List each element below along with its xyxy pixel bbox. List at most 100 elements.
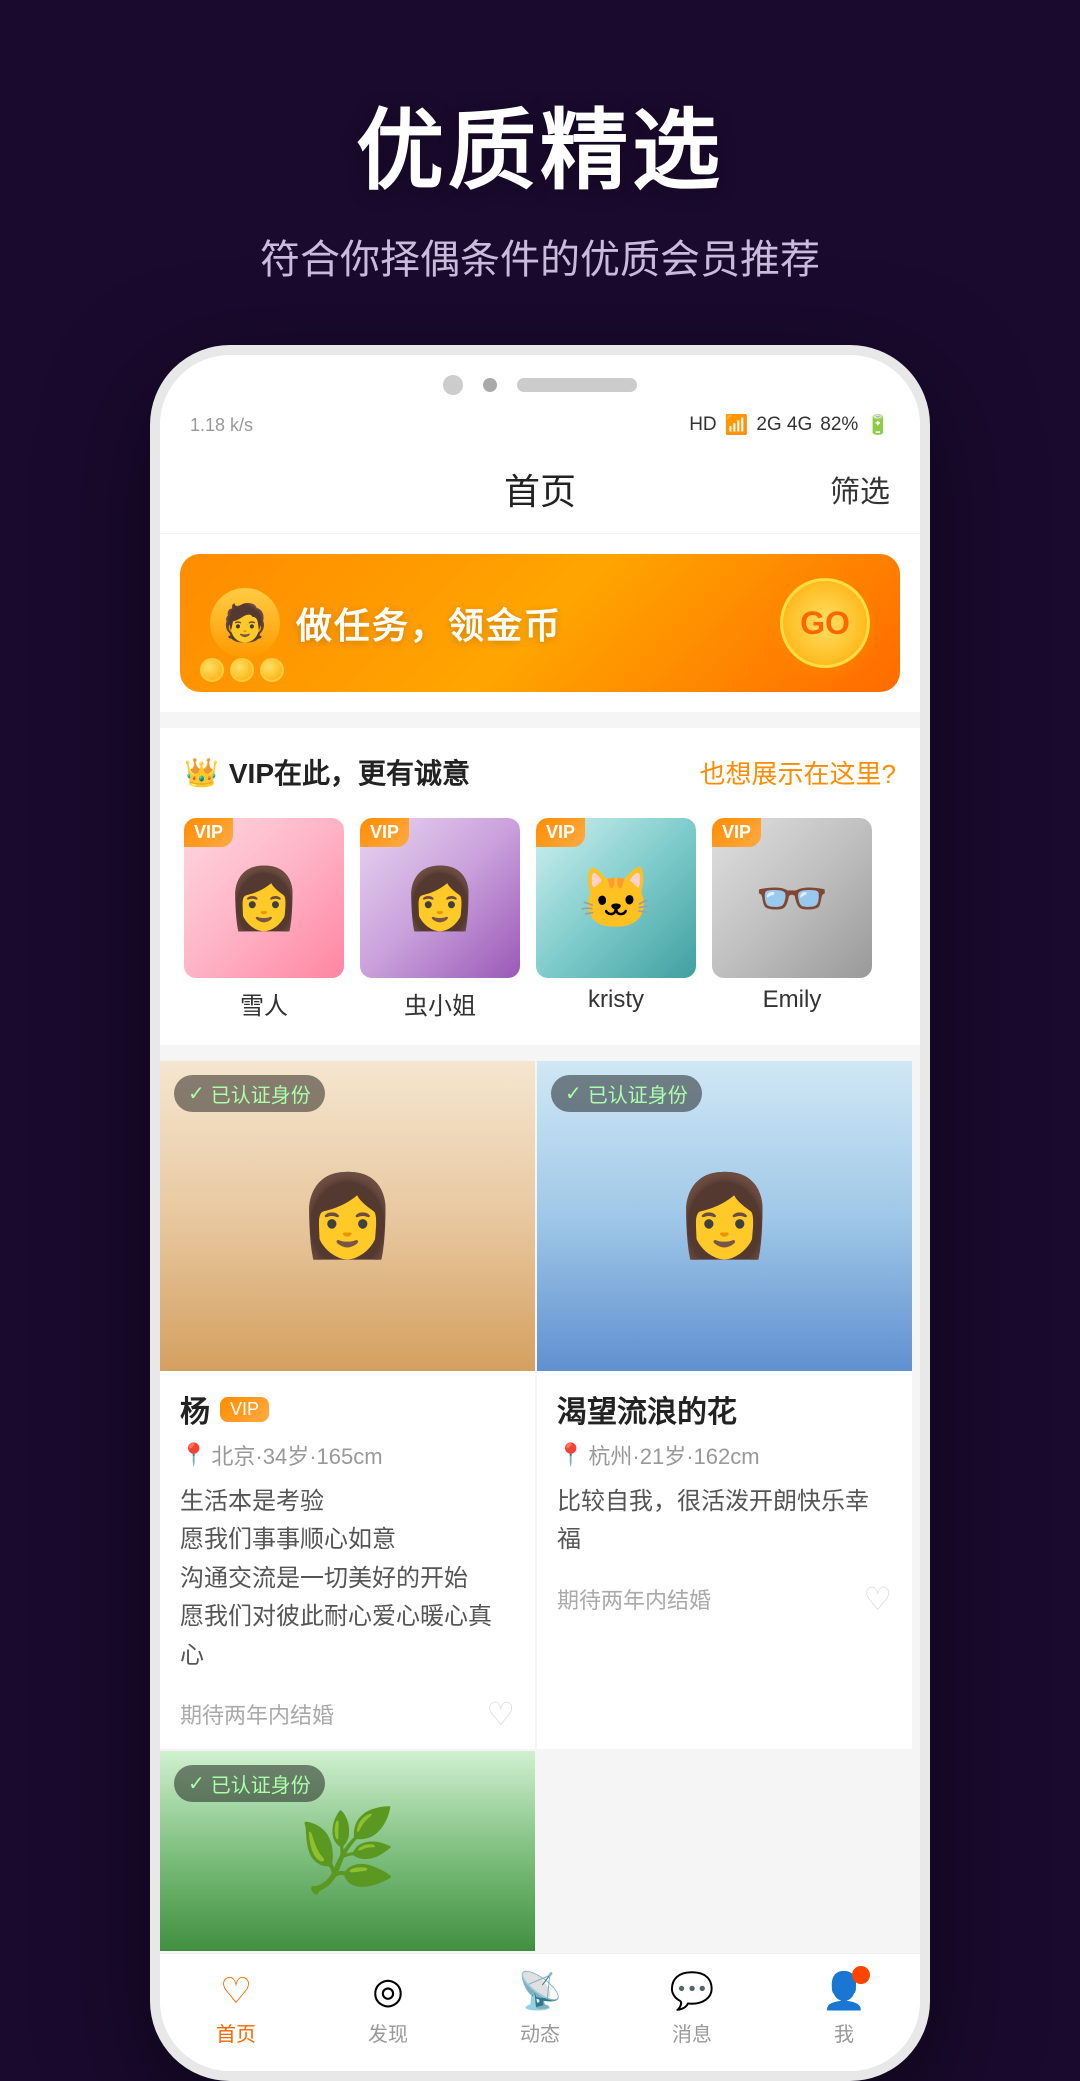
profile-location-text-2: 杭州·21岁·162cm	[588, 1439, 759, 1471]
vip-badge-1: VIP	[184, 818, 233, 847]
profile-image-1: 👩 ✓ 已认证身份	[160, 1061, 535, 1371]
profile-card-2[interactable]: 👩 ✓ 已认证身份 渴望流浪的花 📍 杭州·21岁·162cm	[537, 1061, 912, 1749]
profile-card-1[interactable]: 👩 ✓ 已认证身份 杨 VIP 📍 北京·34岁·165cm	[160, 1061, 535, 1749]
vip-card-3[interactable]: 🐱 VIP kristy	[536, 818, 696, 1021]
discover-icon: ◎	[372, 1970, 403, 2012]
hero-title: 优质精选	[40, 80, 1040, 207]
nav-item-profile[interactable]: 👤 我	[784, 1970, 904, 2047]
notch-speaker	[517, 378, 637, 392]
verified-badge-3: ✓ 已认证身份	[174, 1765, 325, 1802]
vip-title-text: VIP在此，更有诚意	[229, 752, 470, 792]
profile-location-text-1: 北京·34岁·165cm	[211, 1439, 382, 1471]
phone-frame: 1.18 k/s HD 📶 2G 4G 82% 🔋 首页 筛选 🧑 做任务，领金…	[150, 345, 930, 2081]
heart-icon-2[interactable]: ♡	[863, 1580, 892, 1618]
profile-location-1: 📍 北京·34岁·165cm	[180, 1439, 515, 1471]
vip-emoji-2: 👩	[403, 863, 478, 934]
phone-notch	[160, 355, 920, 405]
marriage-text-2: 期待两年内结婚	[557, 1583, 711, 1615]
nav-label-home: 首页	[216, 2018, 256, 2047]
vip-badge-4: VIP	[712, 818, 761, 847]
nav-item-home[interactable]: ♡ 首页	[176, 1970, 296, 2047]
heart-icon-1[interactable]: ♡	[486, 1695, 515, 1733]
vip-emoji-4: 👓	[755, 863, 830, 934]
nav-label-profile: 我	[834, 2018, 854, 2047]
coin-2	[230, 658, 254, 682]
location-pin-icon-2: 📍	[557, 1442, 584, 1468]
vip-badge-2: VIP	[360, 818, 409, 847]
profile-vip-tag-1: VIP	[220, 1397, 269, 1422]
marriage-text-1: 期待两年内结婚	[180, 1698, 334, 1730]
vip-card-1[interactable]: 👩 VIP 雪人	[184, 818, 344, 1021]
banner-wrap: 🧑 做任务，领金币 GO	[160, 534, 920, 712]
vip-name-1: 雪人	[184, 986, 344, 1021]
profile-info-2: 渴望流浪的花 📍 杭州·21岁·162cm	[537, 1371, 912, 1483]
nav-item-messages[interactable]: 💬 消息	[632, 1970, 752, 2047]
verified-check-2: ✓	[565, 1081, 582, 1106]
vip-emoji-3: 🐱	[579, 863, 654, 934]
profile-desc-1: 生活本是考验愿我们事事顺心如意沟通交流是一切美好的开始愿我们对彼此耐心爱心暖心真…	[160, 1483, 535, 1685]
vip-name-3: kristy	[536, 986, 696, 1014]
coin-1	[200, 658, 224, 682]
verified-check-1: ✓	[188, 1081, 205, 1106]
profile-marriage-1: 期待两年内结婚 ♡	[160, 1685, 535, 1749]
vip-section-title: 👑 VIP在此，更有诚意	[184, 752, 470, 792]
status-icons: HD 📶 2G 4G 82% 🔋	[689, 413, 890, 437]
profile-image-3: 🌿 ✓ 已认证身份	[160, 1751, 535, 1951]
status-bar: 1.18 k/s HD 📶 2G 4G 82% 🔋	[160, 405, 920, 445]
profile-info-1: 杨 VIP 📍 北京·34岁·165cm	[160, 1371, 535, 1483]
banner-character-icon: 🧑	[210, 588, 280, 658]
vip-card-4[interactable]: 👓 VIP Emily	[712, 818, 872, 1021]
vip-cards-list: 👩 VIP 雪人 👩 VIP 虫小姐 🐱 VIP kristy	[160, 808, 920, 1045]
nav-label-discover: 发现	[368, 2018, 408, 2047]
verified-text-3: 已认证身份	[211, 1769, 311, 1798]
status-signal: 2G 4G	[756, 414, 812, 436]
vip-name-4: Emily	[712, 986, 872, 1014]
nav-label-messages: 消息	[672, 2018, 712, 2047]
home-icon: ♡	[220, 1970, 252, 2012]
banner-text: 做任务，领金币	[296, 597, 562, 649]
profile-card-3[interactable]: 🌿 ✓ 已认证身份	[160, 1751, 535, 1951]
profile-name-1: 杨	[180, 1387, 210, 1431]
location-pin-icon-1: 📍	[180, 1442, 207, 1468]
profile-emoji-3: 🌿	[298, 1804, 398, 1898]
profile-emoji-1: 👩	[298, 1169, 398, 1263]
profile-cards-grid: 👩 ✓ 已认证身份 杨 VIP 📍 北京·34岁·165cm	[160, 1061, 920, 1953]
hero-subtitle: 符合你择偶条件的优质会员推荐	[40, 227, 1040, 285]
verified-text-2: 已认证身份	[588, 1079, 688, 1108]
verified-check-3: ✓	[188, 1771, 205, 1796]
notch-camera	[443, 375, 463, 395]
nav-item-discover[interactable]: ◎ 发现	[328, 1970, 448, 2047]
task-banner[interactable]: 🧑 做任务，领金币 GO	[180, 554, 900, 692]
top-nav-bar: 首页 筛选	[160, 445, 920, 534]
coin-3	[260, 658, 284, 682]
status-battery: 82%	[820, 414, 858, 436]
vip-card-2[interactable]: 👩 VIP 虫小姐	[360, 818, 520, 1021]
vip-emoji-1: 👩	[227, 863, 302, 934]
messages-icon: 💬	[670, 1970, 715, 2012]
profile-marriage-2: 期待两年内结婚 ♡	[537, 1570, 912, 1634]
profile-image-2: 👩 ✓ 已认证身份	[537, 1061, 912, 1371]
profile-location-2: 📍 杭州·21岁·162cm	[557, 1439, 892, 1471]
status-wifi-icon: 📶	[725, 413, 749, 437]
nav-item-feed[interactable]: 📡 动态	[480, 1970, 600, 2047]
banner-go-button[interactable]: GO	[780, 578, 870, 668]
notification-dot	[852, 1966, 870, 1984]
verified-badge-2: ✓ 已认证身份	[551, 1075, 702, 1112]
filter-button[interactable]: 筛选	[830, 467, 890, 511]
bottom-nav: ♡ 首页 ◎ 发现 📡 动态 💬 消息 👤 我	[160, 1953, 920, 2071]
page-title: 首页	[250, 463, 830, 515]
crown-icon: 👑	[184, 756, 219, 789]
verified-badge-1: ✓ 已认证身份	[174, 1075, 325, 1112]
profile-emoji-2: 👩	[675, 1169, 775, 1263]
banner-left: 🧑 做任务，领金币	[210, 588, 562, 658]
profile-name-row-2: 渴望流浪的花	[557, 1387, 892, 1431]
hero-section: 优质精选 符合你择偶条件的优质会员推荐	[0, 0, 1080, 345]
profile-name-2: 渴望流浪的花	[557, 1387, 737, 1431]
banner-coins	[200, 658, 284, 682]
vip-section-header: 👑 VIP在此，更有诚意 也想展示在这里?	[160, 728, 920, 808]
status-speed: 1.18 k/s	[190, 415, 253, 436]
content-area: 🧑 做任务，领金币 GO 👑 VIP在此，更有诚意 也想展示在这里?	[160, 534, 920, 1953]
profile-desc-2: 比较自我，很活泼开朗快乐幸福	[537, 1483, 912, 1570]
feed-icon: 📡	[518, 1970, 563, 2012]
vip-show-link[interactable]: 也想展示在这里?	[700, 754, 896, 791]
